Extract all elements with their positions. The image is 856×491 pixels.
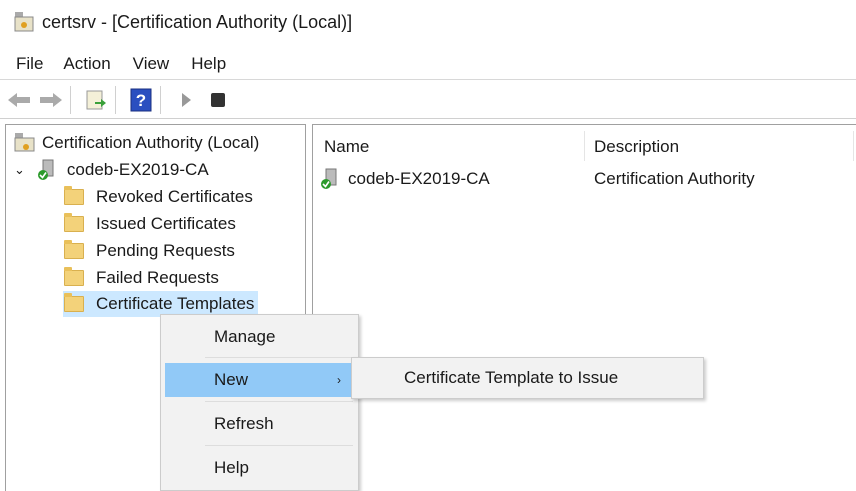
toolbar: ? bbox=[0, 81, 856, 119]
folder-icon bbox=[64, 213, 84, 232]
help-icon[interactable]: ? bbox=[128, 87, 154, 113]
tree-item-revoked[interactable]: Revoked Certificates bbox=[64, 184, 253, 210]
start-service-icon[interactable] bbox=[173, 87, 199, 113]
menu-view[interactable]: View bbox=[133, 54, 170, 74]
menu-item-help[interactable]: Help bbox=[165, 451, 353, 485]
row-name: codeb-EX2019-CA bbox=[348, 169, 490, 188]
svg-text:?: ? bbox=[136, 91, 146, 110]
ca-server-icon bbox=[37, 159, 54, 180]
menu-item-new[interactable]: New › bbox=[165, 363, 353, 397]
tree-label: Certification Authority (Local) bbox=[42, 133, 260, 152]
column-header-name[interactable]: Name bbox=[324, 134, 369, 160]
chevron-down-icon[interactable]: ⌄ bbox=[14, 162, 25, 178]
menu-help[interactable]: Help bbox=[191, 54, 226, 74]
tree-label: Pending Requests bbox=[96, 241, 235, 260]
toolbar-separator bbox=[160, 85, 161, 114]
menu-item-refresh[interactable]: Refresh bbox=[165, 407, 353, 441]
folder-icon bbox=[64, 293, 84, 312]
column-divider bbox=[853, 131, 854, 161]
tree-item-issued[interactable]: Issued Certificates bbox=[64, 211, 236, 237]
tree-item-failed[interactable]: Failed Requests bbox=[64, 265, 219, 291]
tree-item-root[interactable]: Certification Authority (Local) bbox=[14, 130, 259, 156]
folder-icon bbox=[64, 267, 84, 286]
tree-label: Revoked Certificates bbox=[96, 187, 253, 206]
menu-separator bbox=[205, 357, 353, 358]
certificate-authority-icon bbox=[14, 133, 35, 152]
toolbar-separator bbox=[115, 85, 116, 114]
ca-server-icon bbox=[321, 168, 337, 189]
tree-label: Issued Certificates bbox=[96, 214, 236, 233]
column-divider bbox=[584, 131, 585, 161]
menu-item-manage[interactable]: Manage bbox=[165, 320, 353, 354]
menu-item-label: New bbox=[214, 370, 249, 389]
menu-file[interactable]: File bbox=[16, 54, 43, 74]
export-list-icon[interactable] bbox=[83, 87, 109, 113]
back-arrow-icon[interactable] bbox=[6, 87, 32, 113]
tree-label: codeb-EX2019-CA bbox=[66, 160, 209, 179]
chevron-right-icon: › bbox=[337, 373, 341, 387]
folder-icon bbox=[64, 186, 84, 205]
window-title: certsrv - [Certification Authority (Loca… bbox=[42, 11, 353, 32]
tree-item-ca[interactable]: ⌄ codeb-EX2019-CA bbox=[14, 157, 209, 183]
forward-arrow-icon[interactable] bbox=[38, 87, 64, 113]
folder-icon bbox=[64, 240, 84, 259]
menu-bar: File Action View Help bbox=[0, 48, 856, 80]
title-bar: certsrv - [Certification Authority (Loca… bbox=[0, 0, 856, 44]
stop-service-icon[interactable] bbox=[205, 87, 231, 113]
tree-label: Failed Requests bbox=[96, 268, 219, 287]
menu-separator bbox=[205, 401, 353, 402]
tree-label: Certificate Templates bbox=[96, 294, 255, 313]
menu-separator bbox=[205, 445, 353, 446]
row-description: Certification Authority bbox=[594, 169, 755, 188]
certsrv-app-icon bbox=[14, 12, 34, 32]
context-menu: Manage New › Refresh Help bbox=[160, 314, 359, 491]
toolbar-separator bbox=[70, 85, 71, 114]
menu-action[interactable]: Action bbox=[63, 54, 110, 74]
submenu-item-certificate-template-to-issue[interactable]: Certificate Template to Issue bbox=[351, 357, 704, 399]
list-row[interactable]: codeb-EX2019-CA bbox=[320, 166, 490, 192]
column-header-description[interactable]: Description bbox=[594, 134, 679, 160]
tree-item-pending[interactable]: Pending Requests bbox=[64, 238, 235, 264]
